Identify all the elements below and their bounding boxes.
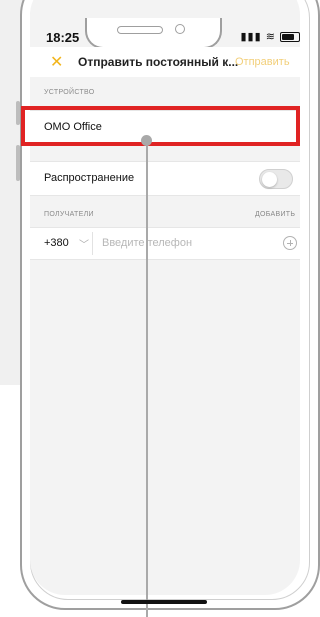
highlight-frame [21, 106, 300, 146]
field-divider [92, 232, 93, 255]
add-icon[interactable] [283, 236, 297, 250]
camera-icon [175, 24, 185, 34]
pointer-line [146, 140, 148, 617]
wifi-icon: ≋ [265, 31, 276, 43]
phone-entry-row: +380 ﹀ [30, 227, 300, 260]
close-icon[interactable]: ✕ [50, 52, 63, 72]
phone-input[interactable] [102, 234, 252, 252]
speaker-icon [117, 26, 163, 34]
add-recipient-button[interactable]: ДОБАВИТЬ [255, 211, 295, 218]
pointer-dot [141, 135, 152, 146]
send-button[interactable]: Отправить [235, 56, 290, 68]
device-section-label: УСТРОЙСТВО [44, 89, 95, 96]
status-icons: ▮▮▮ ≋ [240, 30, 300, 43]
phone-side-button [16, 145, 20, 181]
phone-side-button [16, 101, 20, 125]
home-indicator [121, 600, 207, 604]
sharing-row: Распространение [30, 161, 300, 196]
country-code[interactable]: +380 [44, 237, 69, 249]
recipients-section-label: ПОЛУЧАТЕЛИ [44, 211, 94, 218]
sharing-toggle[interactable] [259, 169, 293, 189]
sharing-label: Распространение [44, 172, 135, 184]
signal-icon: ▮▮▮ [240, 31, 262, 43]
battery-icon [280, 32, 300, 43]
navigation-bar: ✕ Отправить постоянный к... Отправить [30, 47, 300, 77]
page-title: Отправить постоянный к... [78, 55, 239, 69]
phone-notch [85, 18, 222, 49]
status-time: 18:25 [46, 30, 80, 45]
chevron-down-icon[interactable]: ﹀ [79, 236, 89, 251]
